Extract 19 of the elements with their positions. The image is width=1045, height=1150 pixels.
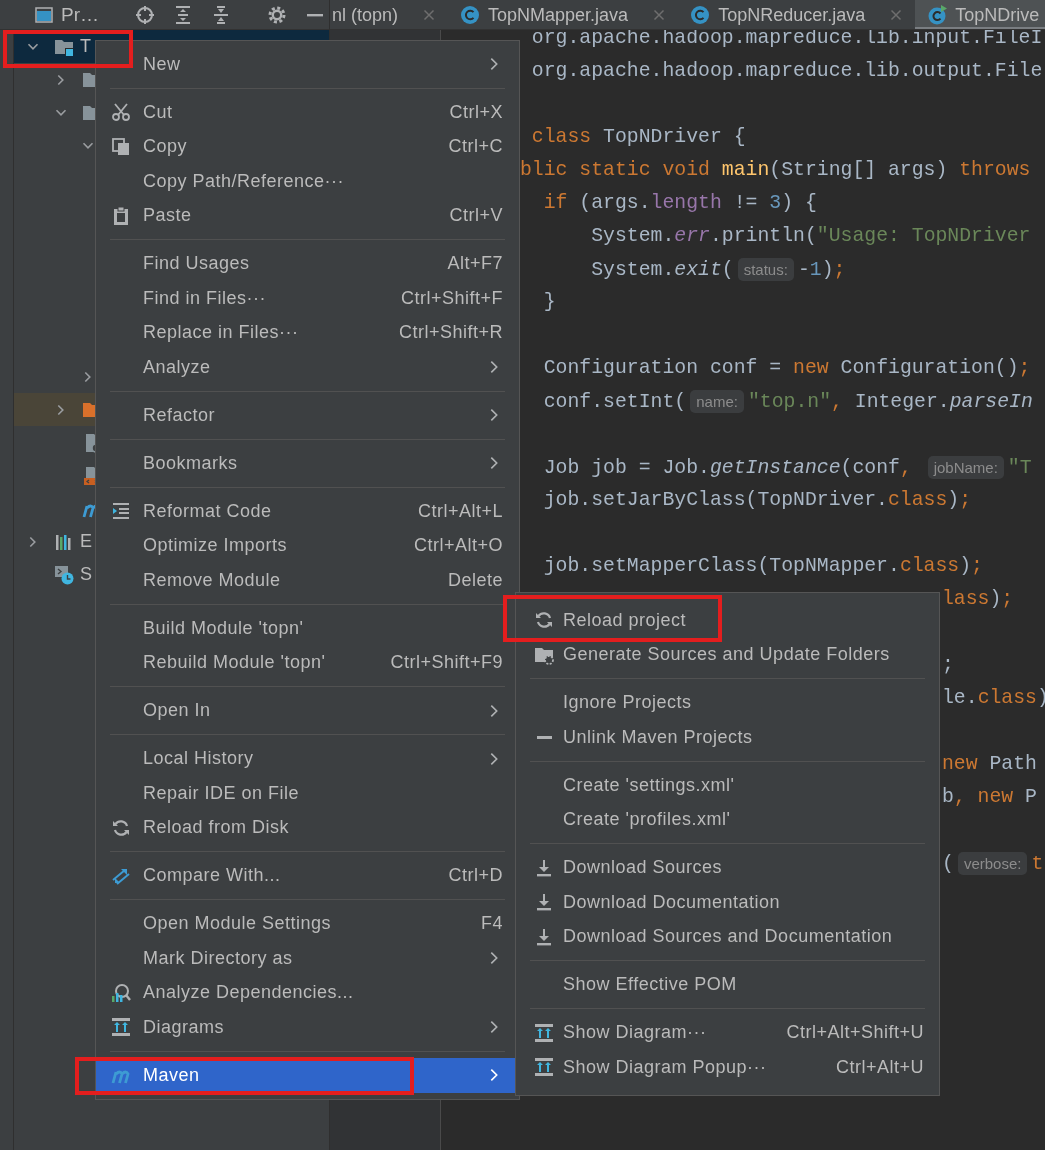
code-line: class TopNDriver { [530,126,746,148]
code-line: new Path [942,753,1037,775]
code-line: le.class) [942,687,1045,709]
code-line: } [542,291,556,313]
panel-title: Pr… [61,3,99,26]
code-line: b, new P [942,786,1037,808]
code-line: Configuration conf = new Configuration(); [542,357,1031,379]
code-line: if (args.length != 3) { [542,192,817,214]
code-line: ( verbose: t [942,853,1044,875]
code-line: ; [942,654,954,676]
code-line: job.setMapperClass(TopNMapper.class); [542,555,983,577]
code-line: org.apache.hadoop.mapreduce.lib.output.File [530,60,1043,82]
code-line: conf.setInt( name: "top.n", Integer.parseIn [542,391,1033,413]
code-line: System.err.println("Usage: TopNDriver [590,225,1031,247]
code-line: System.exit( status: -1); [590,259,846,281]
code-line: Job job = Job.getInstance(conf, jobName: "T [542,457,1032,479]
code-line: blic static void main(String[] args) throws [520,159,1031,181]
code-line: lass); [942,588,1014,610]
code-line: job.setJarByClass(TopNDriver.class); [542,489,972,511]
